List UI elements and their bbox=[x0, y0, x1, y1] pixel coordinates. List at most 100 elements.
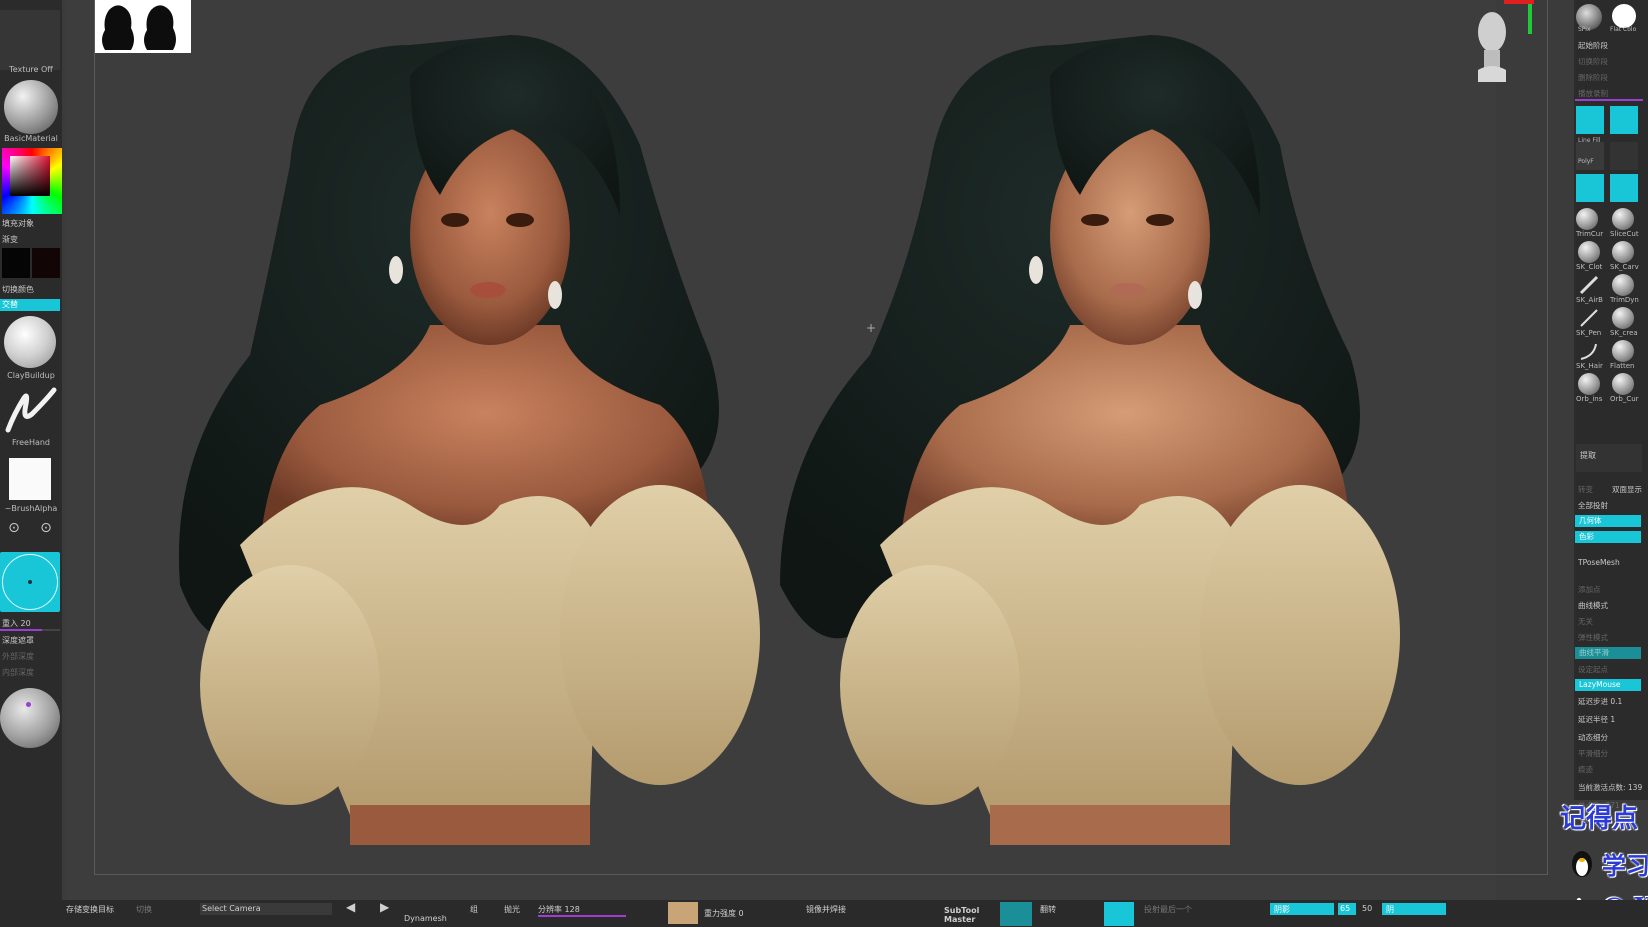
elastic-mode-label[interactable]: 弹性模式 bbox=[1578, 632, 1608, 643]
sleeve-right bbox=[1200, 485, 1400, 785]
flatten-icon[interactable] bbox=[1612, 340, 1634, 362]
color-swatch-secondary[interactable] bbox=[32, 248, 60, 278]
value-a: 65 bbox=[1340, 904, 1351, 913]
transfer-label[interactable]: 转变 bbox=[1578, 484, 1593, 495]
group-toggle[interactable]: 组 bbox=[470, 904, 478, 915]
clay-buildup-brush-icon[interactable] bbox=[4, 316, 56, 368]
freehand-stroke-icon[interactable] bbox=[2, 384, 60, 436]
texture-slot[interactable] bbox=[0, 10, 60, 70]
edit-transform-icon[interactable] bbox=[1576, 174, 1604, 202]
geometry-toggle[interactable]: 几何体 bbox=[1575, 515, 1641, 527]
curve-smooth-toggle[interactable]: 曲线平滑 bbox=[1575, 647, 1641, 659]
orb-insert-icon[interactable] bbox=[1578, 373, 1600, 395]
axis-gizmo-icon[interactable] bbox=[1504, 0, 1534, 36]
earring-left bbox=[389, 256, 403, 284]
draw-intensity-label[interactable]: 重入 20 bbox=[2, 618, 31, 629]
switch-color-label[interactable]: 切换颜色 bbox=[2, 284, 34, 295]
gravity-slider[interactable]: 重力强度 0 bbox=[704, 908, 744, 919]
mirror-weld-button[interactable]: 镜像并焊接 bbox=[806, 904, 846, 915]
brush-pen-icon[interactable] bbox=[1610, 142, 1638, 170]
watermark-line1: 记得点 bbox=[1560, 804, 1639, 834]
eye-left bbox=[1081, 214, 1109, 226]
brush-label: ClayBuildup bbox=[7, 371, 55, 380]
tpose-mesh-button[interactable]: TPoseMesh bbox=[1578, 558, 1620, 567]
trimdynamic-icon[interactable] bbox=[1612, 274, 1634, 296]
add-points-label[interactable]: 添加点 bbox=[1578, 584, 1601, 595]
lips bbox=[470, 282, 506, 298]
sculpt-figure-left bbox=[178, 35, 760, 845]
double-sided-label[interactable]: 双面显示 bbox=[1612, 484, 1642, 495]
sleeve-left bbox=[840, 565, 1020, 805]
resolution-slider[interactable]: 分辨率 128 bbox=[538, 904, 580, 915]
sk-pen-icon[interactable] bbox=[1578, 307, 1600, 329]
lazymouse-toggle[interactable]: LazyMouse bbox=[1575, 679, 1641, 691]
line-fill-icon[interactable] bbox=[1576, 106, 1604, 134]
sk-hair-icon[interactable] bbox=[1578, 340, 1600, 362]
lazy-step-slider[interactable]: 延迟步进 0.1 bbox=[1578, 696, 1622, 707]
gradient-label[interactable]: 渐变 bbox=[2, 234, 18, 245]
lazy-radius-slider[interactable]: 延迟半径 1 bbox=[1578, 714, 1615, 725]
prev-arrow-icon[interactable]: ◀ bbox=[346, 900, 355, 914]
full-projection-label[interactable]: 全部投射 bbox=[1578, 500, 1608, 511]
flat-color-icon[interactable] bbox=[1612, 4, 1636, 28]
earring-left bbox=[1029, 256, 1043, 284]
bottom-toolbar: 存储变换目标 切换 Select Camera ◀ ▶ Dynamesh 组 抛… bbox=[0, 900, 1648, 927]
outer-depth-label[interactable]: 外部深度 bbox=[2, 651, 34, 662]
smooth-subdiv-label[interactable]: 平滑细分 bbox=[1578, 748, 1608, 759]
slicecut-icon[interactable] bbox=[1612, 208, 1634, 230]
color-picker[interactable] bbox=[2, 148, 62, 214]
sk-cloth-icon[interactable] bbox=[1578, 241, 1600, 263]
inner-depth-label[interactable]: 内部深度 bbox=[2, 667, 34, 678]
material-sphere-icon[interactable] bbox=[4, 80, 58, 134]
orb-curve-icon[interactable] bbox=[1612, 373, 1634, 395]
dynamic-subdiv-label[interactable]: 动态细分 bbox=[1578, 732, 1608, 743]
set-start-label[interactable]: 设定起点 bbox=[1578, 664, 1608, 675]
draw-size-dial[interactable] bbox=[0, 552, 60, 612]
depth-mask-label[interactable]: 深度遮罩 bbox=[2, 635, 34, 646]
store-morph-button[interactable]: 存储变换目标 bbox=[66, 904, 114, 915]
move-transform-icon[interactable] bbox=[1610, 174, 1638, 202]
delete-stage-label[interactable]: 删除阶段 bbox=[1578, 72, 1608, 83]
fill-object-label[interactable]: 填充对象 bbox=[2, 218, 34, 229]
sk-carve-icon[interactable] bbox=[1612, 241, 1634, 263]
sculpt-figure-right bbox=[780, 35, 1400, 845]
penguin-icon bbox=[1570, 848, 1594, 878]
subtool-master-icon[interactable] bbox=[1000, 902, 1032, 926]
unlock-label[interactable]: 无关 bbox=[1578, 616, 1593, 627]
record-label[interactable]: 播放录制 bbox=[1578, 88, 1608, 99]
stroke-d-icon[interactable]: ⊙ bbox=[34, 520, 58, 542]
curve-mode-label[interactable]: 曲线模式 bbox=[1578, 600, 1608, 611]
brush-grid: TrimCur SliceCut SK_Clot SK_Carv SK_AirB… bbox=[1574, 208, 1648, 408]
material-label: BasicMaterial bbox=[4, 134, 58, 143]
subtool-master-button[interactable]: SubTool Master bbox=[944, 906, 992, 924]
flip-icon[interactable] bbox=[1104, 902, 1134, 926]
next-arrow-icon[interactable]: ▶ bbox=[380, 900, 389, 914]
polish-toggle[interactable]: 抛光 bbox=[504, 904, 520, 915]
color-swatch-main[interactable] bbox=[2, 248, 30, 278]
sk-airbrush-icon[interactable] bbox=[1578, 274, 1600, 296]
brush-alpha-swatch[interactable] bbox=[9, 458, 51, 500]
stroke-s-icon[interactable]: ⊙ bbox=[2, 520, 26, 542]
switch-morph-button[interactable]: 切换 bbox=[136, 904, 152, 915]
dynamesh-button[interactable]: Dynamesh bbox=[404, 914, 447, 923]
draw-intensity-slider[interactable] bbox=[0, 629, 60, 631]
flip-button[interactable]: 翻转 bbox=[1040, 904, 1056, 915]
color-toggle[interactable]: 色彩 bbox=[1575, 531, 1641, 543]
project-last-button[interactable]: 投射最后一个 bbox=[1144, 904, 1192, 915]
trimcurve-icon[interactable] bbox=[1576, 208, 1598, 230]
earring-right bbox=[548, 281, 562, 309]
sk-crease-icon[interactable] bbox=[1612, 307, 1634, 329]
record-slider[interactable] bbox=[1575, 99, 1643, 101]
value-b[interactable]: 50 bbox=[1362, 904, 1372, 913]
start-stage-label[interactable]: 起始阶段 bbox=[1578, 40, 1608, 51]
extract-button[interactable]: 提取 bbox=[1576, 444, 1642, 472]
sleeve-left bbox=[200, 565, 380, 805]
gravity-icon[interactable] bbox=[668, 902, 698, 924]
polyf-icon[interactable] bbox=[1576, 142, 1604, 170]
depth-preview-sphere-icon[interactable] bbox=[0, 688, 60, 748]
switch-stage-label[interactable]: 切换阶段 bbox=[1578, 56, 1608, 67]
alternate-button[interactable]: 交替 bbox=[0, 299, 60, 311]
camera-record-icon[interactable] bbox=[1610, 106, 1638, 134]
trace-label[interactable]: 痕迹 bbox=[1578, 764, 1593, 775]
silhouette-1 bbox=[102, 5, 134, 51]
